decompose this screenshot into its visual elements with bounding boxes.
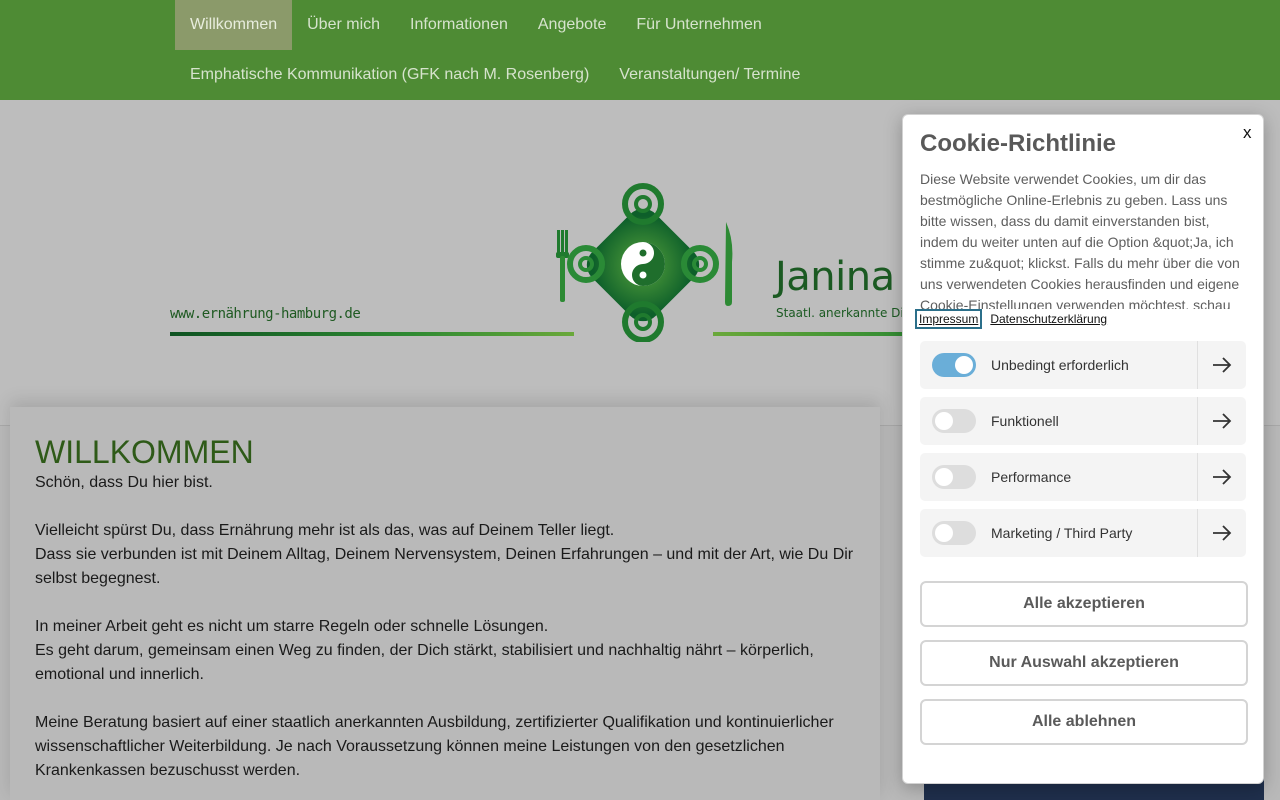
paragraph-ernaehrung: Vielleicht spürst Du, dass Ernährung meh… xyxy=(35,522,854,587)
accept-all-button[interactable]: Alle akzeptieren xyxy=(920,581,1248,627)
cookie-links: Impressum Datenschutzerklärung xyxy=(914,309,1246,329)
toggle-marketing[interactable] xyxy=(932,521,976,545)
cookie-title: Cookie-Richtlinie xyxy=(920,130,1117,157)
arrow-right-icon[interactable] xyxy=(1197,341,1246,389)
category-label: Performance xyxy=(991,469,1072,485)
toggle-knob xyxy=(955,356,973,374)
toggle-knob xyxy=(935,524,953,542)
close-icon[interactable]: x xyxy=(1243,123,1252,143)
paragraph-arbeit: In meiner Arbeit geht es nicht um starre… xyxy=(35,618,814,683)
logo-subtitle: Staatl. anerkannte Diä xyxy=(776,306,912,320)
arrow-right-icon[interactable] xyxy=(1197,509,1246,557)
logo-line-left xyxy=(170,332,574,336)
cookie-category-functional: Funktionell xyxy=(920,397,1246,445)
arrow-right-icon[interactable] xyxy=(1197,453,1246,501)
category-label: Marketing / Third Party xyxy=(991,525,1133,541)
nav-item-ueber-mich[interactable]: Über mich xyxy=(292,0,395,50)
toggle-functional[interactable] xyxy=(932,409,976,433)
reject-all-button[interactable]: Alle ablehnen xyxy=(920,699,1248,745)
cookie-category-marketing: Marketing / Third Party xyxy=(920,509,1246,557)
category-label: Funktionell xyxy=(991,413,1059,429)
nav-item-willkommen[interactable]: Willkommen xyxy=(175,0,293,50)
cookie-dialog: x Cookie-Richtlinie Diese Website verwen… xyxy=(902,114,1264,784)
cookie-description: Diese Website verwendet Cookies, um dir … xyxy=(920,171,1240,309)
nav-item-fuer-unternehmen[interactable]: Für Unternehmen xyxy=(621,0,776,50)
impressum-link[interactable]: Impressum xyxy=(914,309,983,329)
page-title: WILLKOMMEN xyxy=(35,434,254,470)
main-navigation: Willkommen Über mich Informationen Angeb… xyxy=(0,0,1280,100)
category-label: Unbedingt erforderlich xyxy=(991,357,1129,373)
logo-emblem-icon[interactable] xyxy=(548,182,738,342)
paragraph-beratung: Meine Beratung basiert auf einer staatli… xyxy=(35,714,834,779)
nav-row-primary: Willkommen Über mich Informationen Angeb… xyxy=(175,0,777,50)
nav-item-informationen[interactable]: Informationen xyxy=(395,0,523,50)
logo-line-right xyxy=(713,332,913,336)
nav-row-secondary: Emphatische Kommunikation (GFK nach M. R… xyxy=(175,50,815,100)
toggle-performance[interactable] xyxy=(932,465,976,489)
toggle-necessary[interactable] xyxy=(932,353,976,377)
nav-item-gfk[interactable]: Emphatische Kommunikation (GFK nach M. R… xyxy=(175,50,604,100)
cookie-category-performance: Performance xyxy=(920,453,1246,501)
cookie-category-necessary: Unbedingt erforderlich xyxy=(920,341,1246,389)
toggle-knob xyxy=(935,412,953,430)
accept-selection-button[interactable]: Nur Auswahl akzeptieren xyxy=(920,640,1248,686)
logo-url: www.ernährung-hamburg.de xyxy=(170,306,361,322)
intro-paragraph: Schön, dass Du hier bist. xyxy=(35,474,213,491)
toggle-knob xyxy=(935,468,953,486)
privacy-link[interactable]: Datenschutzerklärung xyxy=(990,312,1107,326)
main-content: WILLKOMMEN Schön, dass Du hier bist. Vie… xyxy=(10,407,880,800)
nav-item-veranstaltungen[interactable]: Veranstaltungen/ Termine xyxy=(604,50,815,100)
arrow-right-icon[interactable] xyxy=(1197,397,1246,445)
nav-item-angebote[interactable]: Angebote xyxy=(523,0,622,50)
